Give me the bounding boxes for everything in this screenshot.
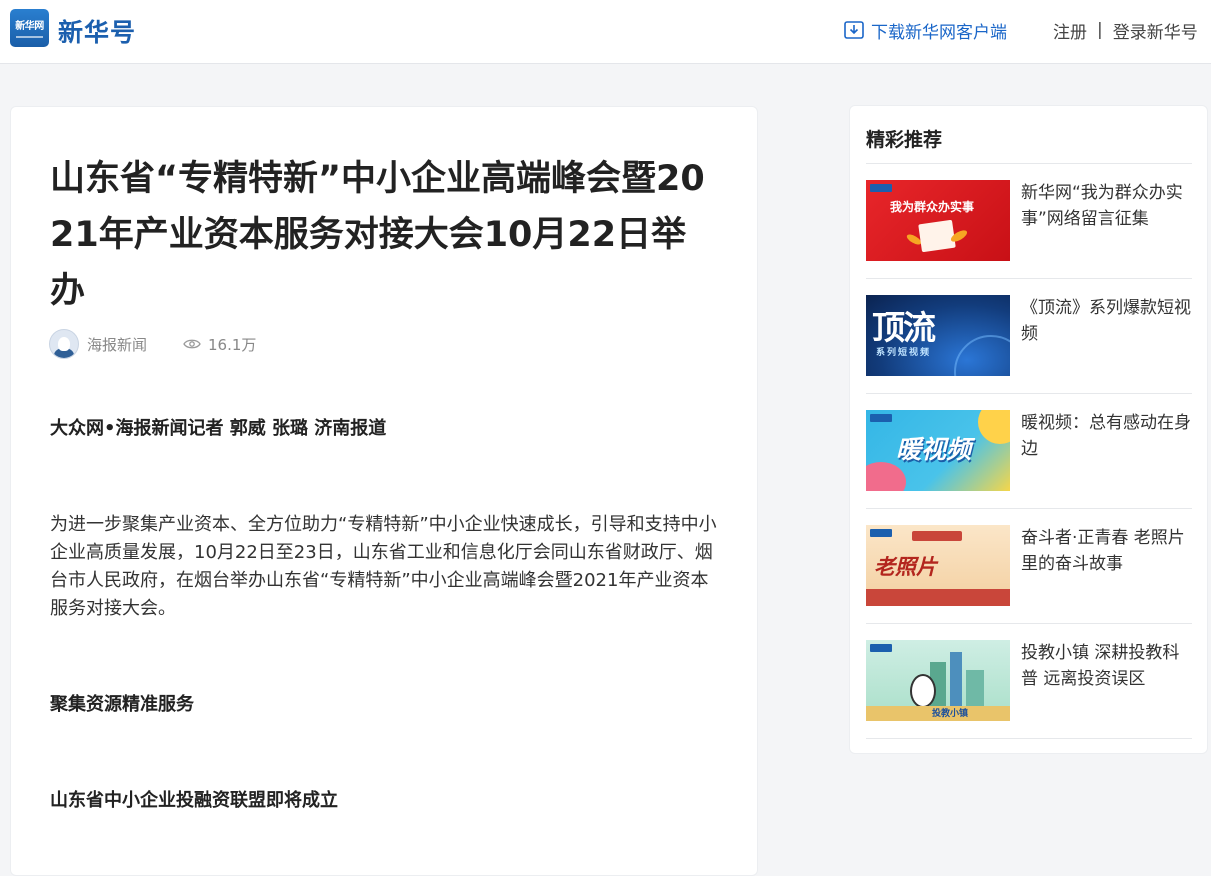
auth-links: 注册 | 登录新华号	[1053, 18, 1198, 43]
recommend-title[interactable]: 投教小镇 深耕投教科普 远离投资误区	[1021, 640, 1193, 692]
article-meta: 海报新闻 16.1万	[49, 328, 256, 360]
download-client-label: 下载新华网客户端	[871, 22, 1007, 43]
login-link[interactable]: 登录新华号	[1113, 18, 1198, 43]
view-count-value: 16.1万	[208, 335, 257, 354]
view-count: 16.1万	[183, 334, 256, 355]
article-title: 山东省“专精特新”中小企业高端峰会暨2021年产业资本服务对接大会10月22日举…	[50, 159, 705, 311]
download-client-link[interactable]: 下载新华网客户端	[843, 18, 1007, 43]
recommend-item[interactable]: 暖视频 暖视频：总有感动在身边	[866, 394, 1192, 509]
recommend-thumbnail[interactable]: 暖视频	[866, 410, 1010, 491]
recommend-thumbnail[interactable]: 我为群众办实事	[866, 180, 1010, 261]
eye-icon	[183, 339, 201, 349]
logo-mark-text: 新华网	[15, 21, 44, 32]
auth-separator: |	[1097, 20, 1103, 40]
recommend-sidebar: 精彩推荐 我为群众办实事 新华网“我为群众办实事”网络留言征集 顶流 系列短视频…	[849, 105, 1208, 754]
author-avatar[interactable]	[49, 329, 79, 359]
recommend-thumbnail[interactable]: 投教小镇	[866, 640, 1010, 721]
recommend-thumbnail[interactable]: 顶流 系列短视频	[866, 295, 1010, 376]
sidebar-title: 精彩推荐	[866, 129, 943, 151]
article-subheading: 山东省中小企业投融资联盟即将成立	[50, 790, 338, 811]
article-card: 山东省“专精特新”中小企业高端峰会暨2021年产业资本服务对接大会10月22日举…	[10, 106, 758, 876]
register-link[interactable]: 注册	[1053, 18, 1087, 43]
logo-underline	[16, 36, 43, 38]
article-subheading: 聚集资源精准服务	[50, 694, 194, 715]
article-byline: 大众网•海报新闻记者 郭威 张璐 济南报道	[50, 418, 387, 439]
brand-name[interactable]: 新华号	[58, 13, 136, 49]
recommend-title[interactable]: 暖视频：总有感动在身边	[1021, 410, 1193, 462]
recommend-thumbnail[interactable]: 老照片	[866, 525, 1010, 606]
recommend-title[interactable]: 《顶流》系列爆款短视频	[1021, 295, 1193, 347]
article-paragraph: 为进一步聚集产业资本、全方位助力“专精特新”中小企业快速成长，引导和支持中小企业…	[50, 514, 717, 619]
recommend-item[interactable]: 我为群众办实事 新华网“我为群众办实事”网络留言征集	[866, 164, 1192, 279]
recommend-item[interactable]: 顶流 系列短视频 《顶流》系列爆款短视频	[866, 279, 1192, 394]
xinhuanet-logo[interactable]: 新华网	[10, 9, 49, 47]
recommend-title[interactable]: 新华网“我为群众办实事”网络留言征集	[1021, 180, 1193, 232]
top-header: 新华网 新华号 下载新华网客户端 注册 | 登录新华号	[0, 0, 1211, 64]
divider	[866, 738, 1192, 739]
recommend-item[interactable]: 投教小镇 投教小镇 深耕投教科普 远离投资误区	[866, 624, 1192, 739]
download-icon	[844, 21, 864, 39]
recommend-item[interactable]: 老照片 奋斗者·正青春 老照片里的奋斗故事	[866, 509, 1192, 624]
author-name[interactable]: 海报新闻	[87, 334, 147, 355]
recommend-title[interactable]: 奋斗者·正青春 老照片里的奋斗故事	[1021, 525, 1193, 577]
